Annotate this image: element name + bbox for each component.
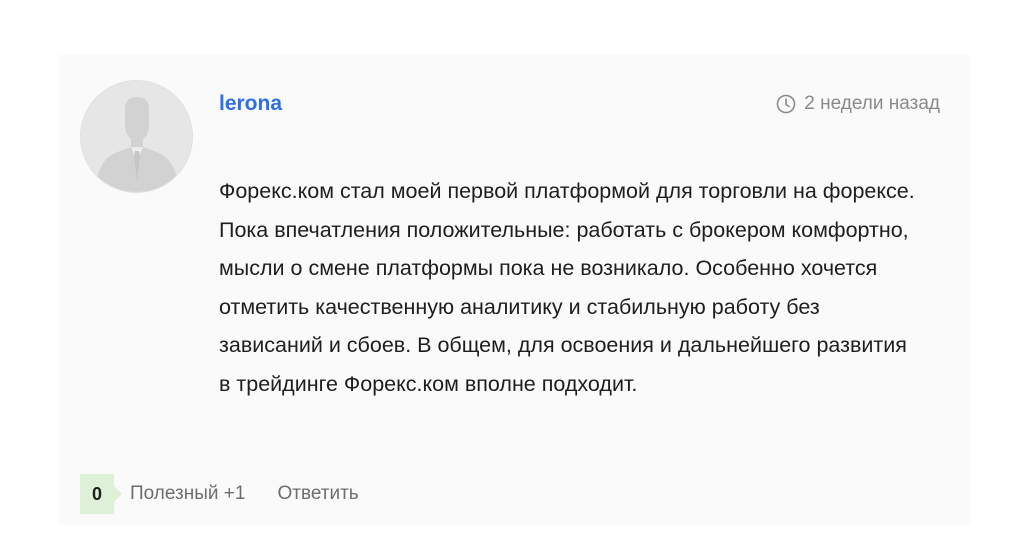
vote-count-badge: 0	[80, 474, 122, 514]
avatar[interactable]	[80, 80, 193, 193]
reply-button[interactable]: Ответить	[277, 483, 358, 505]
vote-count: 0	[91, 483, 102, 504]
user-silhouette-icon	[81, 81, 192, 192]
clock-icon	[776, 94, 796, 114]
useful-button[interactable]: Полезный +1	[130, 483, 245, 505]
comment-actions: 0 Полезный +1 Ответить	[80, 474, 359, 514]
comment-card: lerona 2 недели назад Форекс.ком стал мо…	[58, 55, 970, 525]
author-name-link[interactable]: lerona	[219, 92, 282, 116]
timestamp-text: 2 недели назад	[804, 93, 940, 114]
comment-timestamp: 2 недели назад	[776, 93, 940, 115]
comment-text: Форекс.ком стал моей первой платформой д…	[219, 179, 915, 396]
